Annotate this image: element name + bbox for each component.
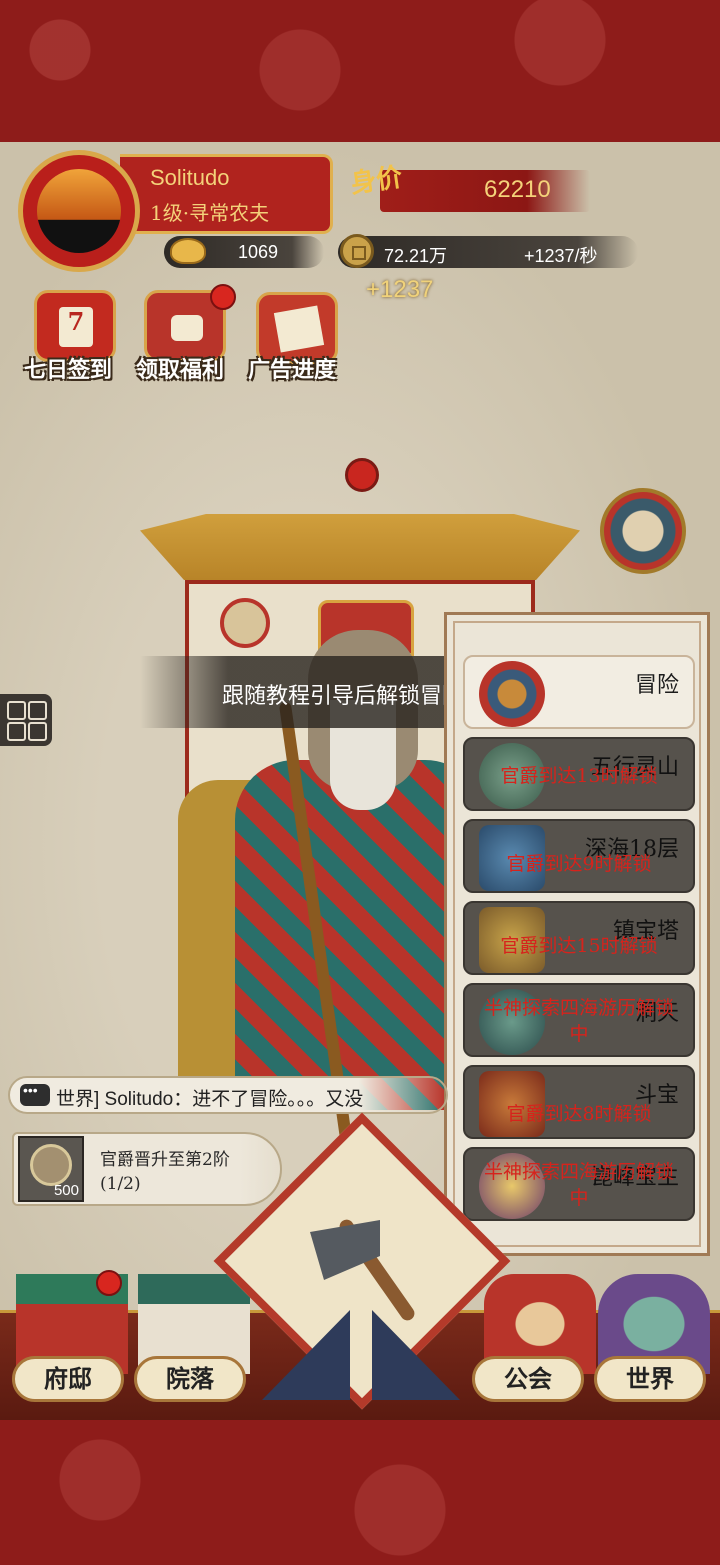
tutorial-text: 跟随教程引导后解锁冒险 — [222, 684, 465, 709]
nav-mansion-button[interactable]: 府邸 — [12, 1356, 124, 1402]
video-play-icon — [171, 315, 203, 341]
grid-icon — [7, 701, 26, 720]
unlock-requirement: 半神探索四海游历解锁中 — [483, 997, 674, 1045]
chat-bubble-icon — [20, 1082, 50, 1106]
bottom-decor-band — [0, 1420, 720, 1565]
ad-progress-label[interactable]: 广告进度 — [248, 352, 336, 384]
longevity-medallion — [220, 598, 270, 648]
top-decor-band — [0, 0, 720, 142]
gain-popup: +1237 — [366, 276, 434, 303]
quest-tracker[interactable]: 500 官爵晋升至第2阶 (1/2) — [12, 1132, 282, 1206]
copper-coin-icon — [30, 1144, 72, 1186]
pavilion-finial — [345, 458, 379, 492]
player-rank: 1级·寻常农夫 — [150, 201, 270, 225]
chat-message: 世界] Solitudo：进不了冒险。。。又没 — [56, 1089, 364, 1110]
quest-reward-icon: 500 — [18, 1136, 84, 1202]
ingot-pill[interactable]: 1069 — [164, 236, 324, 268]
quest-title: 官爵晋升至第2阶 — [100, 1150, 230, 1170]
adventure-item-deep-sea[interactable]: 深海18层 官爵到达9时解锁 — [463, 819, 695, 893]
player-name-plate[interactable]: Solitudo 1级·寻常农夫 — [120, 154, 333, 234]
adventure-item-treasure-tower[interactable]: 镇宝塔 官爵到达15时解锁 — [463, 901, 695, 975]
ingot-amount: 1069 — [238, 242, 279, 262]
avatar-image — [37, 169, 121, 253]
copper-coin-icon — [340, 234, 374, 268]
gold-ingot-icon — [170, 238, 206, 264]
unlock-requirement: 官爵到达9时解锁 — [506, 853, 652, 875]
adventure-item-treasure-fight[interactable]: 斗宝 官爵到达8时解锁 — [463, 1065, 695, 1139]
player-name: Solitudo — [150, 165, 230, 190]
adventure-item-five-elements[interactable]: 五行灵山 官爵到达13时解锁 — [463, 737, 695, 811]
world-chat-bar[interactable]: 世界] Solitudo：进不了冒险。。。又没 — [8, 1076, 448, 1114]
avatar[interactable] — [18, 150, 140, 272]
adventure-panel: 冒险 五行灵山 官爵到达13时解锁 深海18层 官爵到达9时解锁 镇宝塔 官爵到… — [444, 612, 710, 1256]
quest-reward-amount: 500 — [53, 1182, 79, 1199]
calendar-icon: 7 — [59, 307, 93, 347]
fortune-god-icon[interactable] — [600, 488, 686, 574]
adventure-item-cave[interactable]: 洞天 半神探索四海游历解锁中 — [463, 983, 695, 1057]
adventure-item-adventure[interactable]: 冒险 — [463, 655, 695, 729]
unlock-requirement: 官爵到达13时解锁 — [500, 765, 658, 787]
book-icon — [273, 305, 325, 353]
welfare-label[interactable]: 领取福利 — [136, 352, 224, 384]
unlock-requirement: 半神探索四海游历解锁中 — [483, 1161, 674, 1209]
nav-guild-button[interactable]: 公会 — [472, 1356, 584, 1402]
coin-pill[interactable]: 72.21万 +1237/秒 — [338, 234, 638, 268]
compass-icon — [479, 661, 545, 727]
worth-value: 62210 — [484, 176, 551, 203]
coin-rate: +1237/秒 — [524, 246, 598, 266]
seven-day-signin-label[interactable]: 七日签到 — [24, 352, 112, 384]
side-menu-button[interactable] — [0, 694, 52, 746]
quest-progress: (1/2) — [100, 1174, 141, 1194]
unlock-requirement: 官爵到达8时解锁 — [506, 1103, 652, 1125]
quest-text: 官爵晋升至第2阶 (1/2) — [100, 1148, 230, 1196]
adventure-item-peak-master[interactable]: 崑峰宝主 半神探索四海游历解锁中 — [463, 1147, 695, 1221]
mansion-notification-dot — [96, 1270, 122, 1296]
worth-label: 身价 — [348, 162, 405, 200]
coin-amount: 72.21万 — [384, 246, 448, 266]
welfare-notification-dot — [210, 284, 236, 310]
adventure-item-title: 冒险 — [634, 673, 679, 698]
nav-world-button[interactable]: 世界 — [594, 1356, 706, 1402]
unlock-requirement: 官爵到达15时解锁 — [500, 935, 658, 957]
nav-courtyard-button[interactable]: 院落 — [134, 1356, 246, 1402]
